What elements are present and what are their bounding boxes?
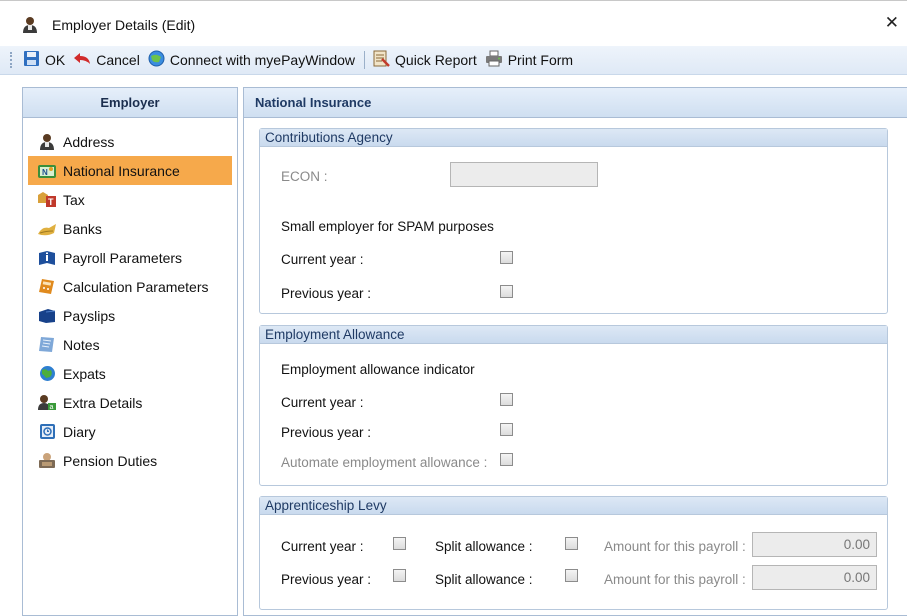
sidebar-item-banks[interactable]: Banks xyxy=(28,214,232,243)
ea-current-year-checkbox[interactable] xyxy=(500,393,513,406)
person-icon xyxy=(37,133,57,151)
employment-allowance-group: Employment Allowance Employment allowanc… xyxy=(259,325,888,486)
title-bar: Employer Details (Edit) ✕ xyxy=(0,0,907,46)
sidebar-item-label: Pension Duties xyxy=(63,452,158,469)
al-previous-year-checkbox[interactable] xyxy=(393,569,406,582)
window-title: Employer Details (Edit) xyxy=(52,17,196,33)
toolbar: OK Cancel Connect with myePayWindow Quic… xyxy=(0,46,907,75)
print-form-label: Print Form xyxy=(507,52,574,68)
ca-current-year-label: Current year : xyxy=(281,252,364,267)
al-previous-amount-field[interactable] xyxy=(752,565,877,590)
al-previous-year-label: Previous year : xyxy=(281,572,372,587)
svg-text:N: N xyxy=(42,168,48,177)
sidebar-item-label: Calculation Parameters xyxy=(63,278,209,295)
ok-label: OK xyxy=(45,52,66,68)
group-title: Employment Allowance xyxy=(260,326,887,344)
al-current-amount-field[interactable] xyxy=(752,532,877,557)
tax-icon: T xyxy=(37,191,57,209)
sidebar-item-label: Notes xyxy=(63,336,100,353)
al-current-split-allowance-checkbox[interactable] xyxy=(565,537,578,550)
sidebar-item-label: Extra Details xyxy=(63,394,143,411)
sidebar-item-national-insurance[interactable]: N National Insurance xyxy=(28,156,232,185)
notes-icon xyxy=(37,336,57,354)
toolbar-separator xyxy=(364,51,366,69)
sidebar-item-expats[interactable]: Expats xyxy=(28,359,232,388)
svg-text:a: a xyxy=(50,404,54,411)
employer-nav-header: Employer xyxy=(23,88,237,118)
sidebar-item-address[interactable]: Address xyxy=(28,127,232,156)
ca-previous-year-checkbox[interactable] xyxy=(500,285,513,298)
undo-arrow-icon xyxy=(73,52,91,69)
cancel-button[interactable]: Cancel xyxy=(70,48,145,72)
ea-current-year-label: Current year : xyxy=(281,395,364,410)
info-book-icon xyxy=(37,249,57,267)
payslip-book-icon xyxy=(37,307,57,325)
al-current-amount-label: Amount for this payroll : xyxy=(604,539,746,554)
al-previous-amount-label: Amount for this payroll : xyxy=(604,572,746,587)
econ-field[interactable] xyxy=(450,162,598,187)
employment-allowance-indicator-label: Employment allowance indicator xyxy=(281,362,475,377)
close-icon[interactable]: ✕ xyxy=(885,14,899,31)
cancel-label: Cancel xyxy=(96,52,140,68)
small-employer-label: Small employer for SPAM purposes xyxy=(281,219,494,234)
sidebar-item-label: Payslips xyxy=(63,307,116,324)
sidebar-item-extra-details[interactable]: a Extra Details xyxy=(28,388,232,417)
ca-current-year-checkbox[interactable] xyxy=(500,251,513,264)
sidebar-item-label: Tax xyxy=(63,191,85,208)
group-title: Contributions Agency xyxy=(260,129,887,147)
sidebar-item-pension-duties[interactable]: Pension Duties xyxy=(28,446,232,475)
connect-label: Connect with myePayWindow xyxy=(169,52,356,68)
bank-icon xyxy=(37,220,57,238)
automate-employment-allowance-checkbox[interactable] xyxy=(500,453,513,466)
al-current-split-allowance-label: Split allowance : xyxy=(435,539,533,554)
save-disk-icon xyxy=(23,50,40,70)
sidebar-item-label: Payroll Parameters xyxy=(63,249,183,266)
employer-nav-list: Address N National Insurance T Tax Banks… xyxy=(23,118,237,475)
globe-icon xyxy=(37,365,57,383)
extra-details-icon: a xyxy=(37,394,57,412)
pension-icon xyxy=(37,452,57,470)
sidebar-item-notes[interactable]: Notes xyxy=(28,330,232,359)
ca-previous-year-label: Previous year : xyxy=(281,286,372,301)
ea-previous-year-label: Previous year : xyxy=(281,425,372,440)
sidebar-item-payroll-parameters[interactable]: Payroll Parameters xyxy=(28,243,232,272)
quick-report-label: Quick Report xyxy=(395,52,477,68)
sidebar-item-label: Diary xyxy=(63,423,96,440)
ea-previous-year-checkbox[interactable] xyxy=(500,423,513,436)
diary-icon xyxy=(37,423,57,441)
sidebar-item-tax[interactable]: T Tax xyxy=(28,185,232,214)
connect-globe-icon xyxy=(148,50,165,70)
quick-report-icon xyxy=(372,50,390,70)
sidebar-item-label: Address xyxy=(63,133,115,150)
national-insurance-panel: National Insurance Contributions Agency … xyxy=(243,87,907,616)
connect-mypaywindow-button[interactable]: Connect with myePayWindow xyxy=(145,48,360,72)
apprenticeship-levy-group: Apprenticeship Levy Current year : Split… xyxy=(259,496,888,610)
sidebar-item-diary[interactable]: Diary xyxy=(28,417,232,446)
econ-label: ECON : xyxy=(281,169,328,184)
group-title: Apprenticeship Levy xyxy=(260,497,887,515)
calculator-icon xyxy=(37,278,57,296)
quick-report-button[interactable]: Quick Report xyxy=(369,48,482,72)
contributions-agency-group: Contributions Agency ECON : Small employ… xyxy=(259,128,888,314)
page-title: National Insurance xyxy=(244,88,907,118)
ok-button[interactable]: OK xyxy=(20,48,70,72)
al-current-year-checkbox[interactable] xyxy=(393,537,406,550)
al-previous-split-allowance-checkbox[interactable] xyxy=(565,569,578,582)
employer-nav-panel: Employer Address N National Insurance T … xyxy=(22,87,238,616)
svg-text:T: T xyxy=(48,197,54,207)
print-form-icon xyxy=(485,50,503,70)
sidebar-item-label: Expats xyxy=(63,365,106,382)
print-form-button[interactable]: Print Form xyxy=(482,48,578,72)
employer-person-icon xyxy=(22,16,38,36)
sidebar-item-label: Banks xyxy=(63,220,102,237)
sidebar-item-calculation-parameters[interactable]: Calculation Parameters xyxy=(28,272,232,301)
ni-card-icon: N xyxy=(37,162,57,180)
al-current-year-label: Current year : xyxy=(281,539,364,554)
toolbar-grip[interactable] xyxy=(10,52,20,68)
sidebar-item-label: National Insurance xyxy=(63,162,180,179)
al-previous-split-allowance-label: Split allowance : xyxy=(435,572,533,587)
automate-employment-allowance-label: Automate employment allowance : xyxy=(281,455,488,470)
sidebar-item-payslips[interactable]: Payslips xyxy=(28,301,232,330)
